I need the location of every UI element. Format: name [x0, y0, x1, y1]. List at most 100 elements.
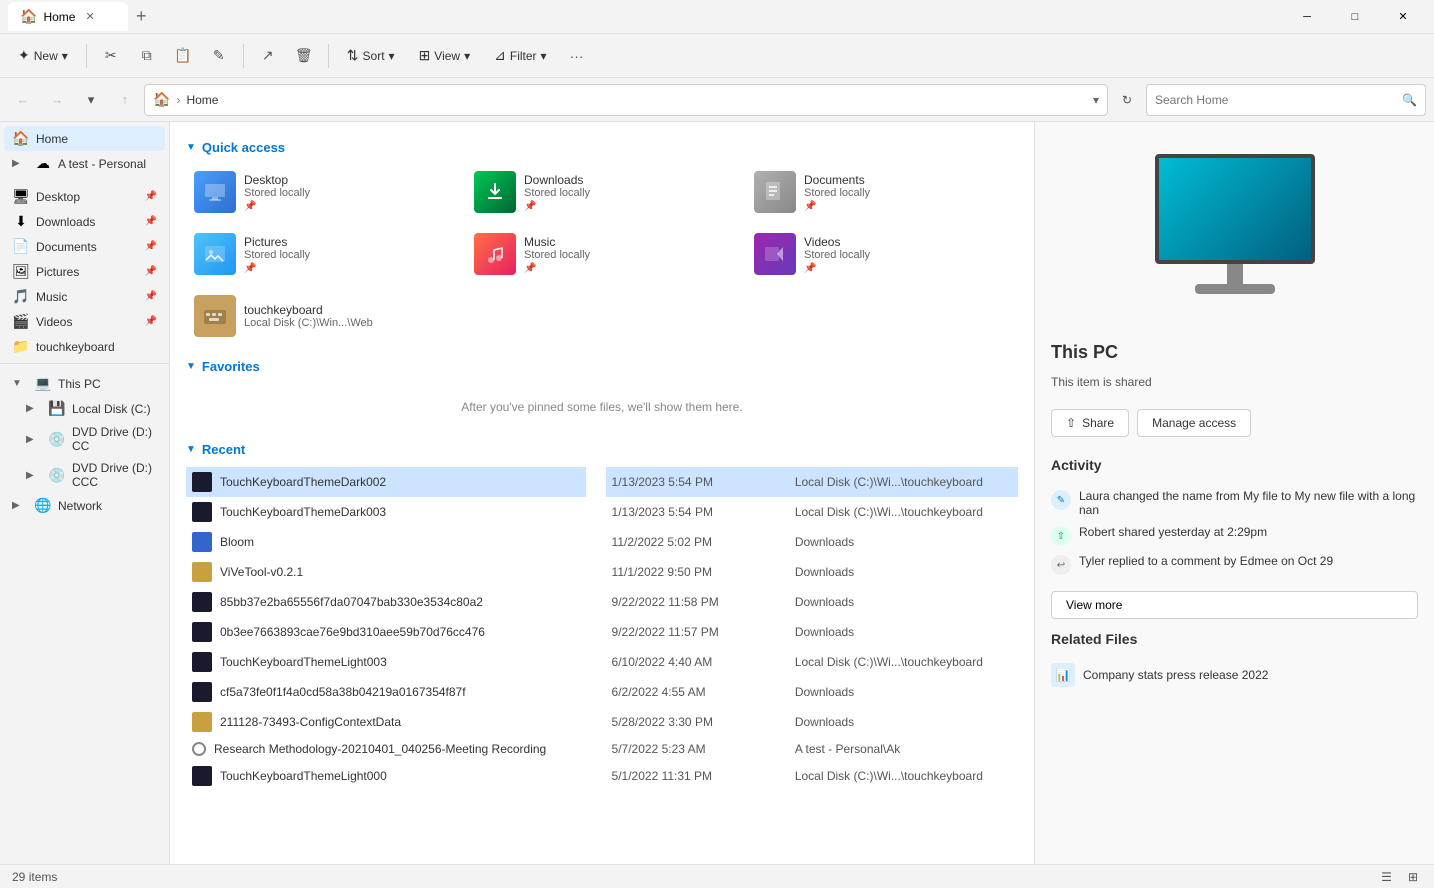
copy-button[interactable]: ⧉	[131, 40, 163, 72]
view-more-button[interactable]: View more	[1051, 591, 1418, 619]
table-row[interactable]: TouchKeyboardThemeDark002 1/13/2023 5:54…	[186, 467, 1018, 497]
activity-title: Activity	[1051, 457, 1418, 473]
view-button[interactable]: ⊞ View ▾	[409, 42, 481, 69]
forward-button[interactable]: →	[42, 85, 72, 115]
sidebar-item-dvd2[interactable]: ▶ 💿 DVD Drive (D:) CCC	[4, 457, 165, 493]
recent-header[interactable]: ▼ Recent	[186, 442, 1018, 457]
monitor-screen	[1155, 154, 1315, 264]
delete-button[interactable]: 🗑	[288, 40, 320, 72]
share-btn-label: Share	[1082, 416, 1114, 430]
sidebar-item-videos[interactable]: 🎬 Videos 📌	[4, 309, 165, 334]
file-name-cell: Research Methodology-20210401_040256-Mee…	[186, 737, 586, 761]
close-button[interactable]: ✕	[1380, 1, 1426, 33]
address-box[interactable]: 🏠 › Home ▾	[144, 84, 1108, 116]
table-row[interactable]: TouchKeyboardThemeDark003 1/13/2023 5:54…	[186, 497, 1018, 527]
qa-item-videos[interactable]: Videos Stored locally 📌	[746, 227, 1018, 281]
filter-chevron-icon: ▾	[541, 49, 547, 63]
downloads-icon: ⬇	[12, 213, 30, 230]
search-input[interactable]	[1155, 93, 1396, 107]
address-separator: ›	[176, 93, 180, 107]
quick-access-grid: Desktop Stored locally 📌 Downloads Store…	[186, 165, 1018, 343]
rename-button[interactable]: ✎	[203, 40, 235, 72]
dvd2-expand-icon: ▶	[26, 470, 42, 481]
thispc-icon: 💻	[34, 375, 52, 392]
qa-item-music[interactable]: Music Stored locally 📌	[466, 227, 738, 281]
paste-button[interactable]: 📋	[167, 40, 199, 72]
sidebar-item-desktop[interactable]: 🖥 Desktop 📌	[4, 184, 165, 209]
sidebar-item-documents[interactable]: 📄 Documents 📌	[4, 234, 165, 259]
sidebar-network-label: Network	[58, 499, 157, 513]
table-row[interactable]: 85bb37e2ba65556f7da07047bab330e3534c80a2…	[186, 587, 1018, 617]
sidebar-item-network[interactable]: ▶ 🌐 Network	[4, 493, 165, 518]
addressbar: ← → ▾ ↑ 🏠 › Home ▾ ↻ 🔍	[0, 78, 1434, 122]
sidebar-item-atest[interactable]: ▶ ☁ A test - Personal	[4, 151, 165, 176]
search-icon: 🔍	[1402, 93, 1417, 107]
qa-item-pictures[interactable]: Pictures Stored locally 📌	[186, 227, 458, 281]
sidebar-item-music[interactable]: 🎵 Music 📌	[4, 284, 165, 309]
recent-section-title: Recent	[202, 442, 245, 457]
toolbar-separator-1	[86, 44, 87, 68]
qa-videos-name: Videos	[804, 235, 1010, 249]
table-row[interactable]: Bloom 11/2/2022 5:02 PM Downloads	[186, 527, 1018, 557]
tab-area: 🏠 Home ✕ +	[8, 2, 1284, 31]
qa-touchkb-name: touchkeyboard	[244, 303, 450, 317]
manage-access-button[interactable]: Manage access	[1137, 409, 1251, 437]
sidebar-item-dvd1[interactable]: ▶ 💿 DVD Drive (D:) CC	[4, 421, 165, 457]
favorites-header[interactable]: ▼ Favorites	[186, 359, 1018, 374]
sidebar-item-touchkeyboard[interactable]: 📁 touchkeyboard	[4, 334, 165, 359]
back-button[interactable]: ←	[8, 85, 38, 115]
list-view-button[interactable]: ☰	[1377, 868, 1396, 886]
table-row[interactable]: TouchKeyboardThemeLight003 6/10/2022 4:4…	[186, 647, 1018, 677]
localdisk-icon: 💾	[48, 400, 66, 417]
tab-home[interactable]: 🏠 Home ✕	[8, 2, 128, 31]
table-row[interactable]: cf5a73fe0f1f4a0cd58a38b04219a0167354f87f…	[186, 677, 1018, 707]
minimize-button[interactable]: ─	[1284, 1, 1330, 33]
table-row[interactable]: TouchKeyboardThemeLight000 5/1/2022 11:3…	[186, 761, 1018, 791]
qa-item-desktop[interactable]: Desktop Stored locally 📌	[186, 165, 458, 219]
filter-button[interactable]: ⊿ Filter ▾	[484, 42, 556, 69]
toolbar-separator-2	[243, 44, 244, 68]
sidebar-dvd1-label: DVD Drive (D:) CC	[72, 425, 157, 453]
file-name-cell: 0b3ee7663893cae76e9bd310aee59b70d76cc476	[186, 617, 586, 647]
rp-title: This PC	[1051, 342, 1418, 363]
qa-item-documents[interactable]: Documents Stored locally 📌	[746, 165, 1018, 219]
up-button[interactable]: ↑	[110, 85, 140, 115]
share-button[interactable]: ⇧ Share	[1051, 409, 1129, 437]
grid-view-button[interactable]: ⊞	[1404, 868, 1422, 886]
sidebar-item-thispc[interactable]: ▼ 💻 This PC	[4, 371, 165, 396]
cut-button[interactable]: ✂	[95, 40, 127, 72]
sidebar-item-pictures[interactable]: 🖼 Pictures 📌	[4, 259, 165, 284]
related-file-item[interactable]: 📊 Company stats press release 2022	[1051, 659, 1418, 691]
share-button[interactable]: ↗	[252, 40, 284, 72]
qa-touchkb-sub: Local Disk (C:)\Win...\Web	[244, 317, 450, 329]
table-row[interactable]: 0b3ee7663893cae76e9bd310aee59b70d76cc476…	[186, 617, 1018, 647]
table-row[interactable]: Research Methodology-20210401_040256-Mee…	[186, 737, 1018, 761]
sidebar-dvd2-label: DVD Drive (D:) CCC	[72, 461, 157, 489]
new-tab-button[interactable]: +	[128, 2, 155, 31]
atest-cloud-icon: ☁	[34, 155, 52, 172]
refresh-button[interactable]: ↻	[1112, 85, 1142, 115]
history-button[interactable]: ▾	[76, 85, 106, 115]
sort-button[interactable]: ⇅ Sort ▾	[337, 42, 405, 69]
table-row[interactable]: 211128-73493-ConfigContextData 5/28/2022…	[186, 707, 1018, 737]
more-options-button[interactable]: ···	[561, 40, 593, 72]
maximize-button[interactable]: □	[1332, 1, 1378, 33]
tab-close-button[interactable]: ✕	[81, 8, 98, 25]
qa-desktop-icon	[194, 171, 236, 213]
quick-access-header[interactable]: ▼ Quick access	[186, 140, 1018, 155]
activity-text: Tyler replied to a comment by Edmee on O…	[1079, 554, 1333, 568]
sidebar-item-downloads[interactable]: ⬇ Downloads 📌	[4, 209, 165, 234]
qa-item-touchkb[interactable]: touchkeyboard Local Disk (C:)\Win...\Web	[186, 289, 458, 343]
rp-preview	[1051, 138, 1418, 330]
search-box[interactable]: 🔍	[1146, 84, 1426, 116]
qa-videos-pin: 📌	[804, 263, 1010, 274]
new-button[interactable]: ✦ New ▾	[8, 42, 78, 69]
table-row[interactable]: ViVeTool-v0.2.1 11/1/2022 9:50 PM Downlo…	[186, 557, 1018, 587]
pictures-icon: 🖼	[12, 263, 30, 280]
sidebar-item-localdisk[interactable]: ▶ 💾 Local Disk (C:)	[4, 396, 165, 421]
qa-item-downloads[interactable]: Downloads Stored locally 📌	[466, 165, 738, 219]
sidebar-item-home[interactable]: 🏠 Home	[4, 126, 165, 151]
rp-shared-label: This item is shared	[1051, 375, 1418, 389]
statusbar-right: ☰ ⊞	[1377, 868, 1422, 886]
file-location: Local Disk (C:)\Wi...\touchkeyboard	[789, 467, 1018, 497]
